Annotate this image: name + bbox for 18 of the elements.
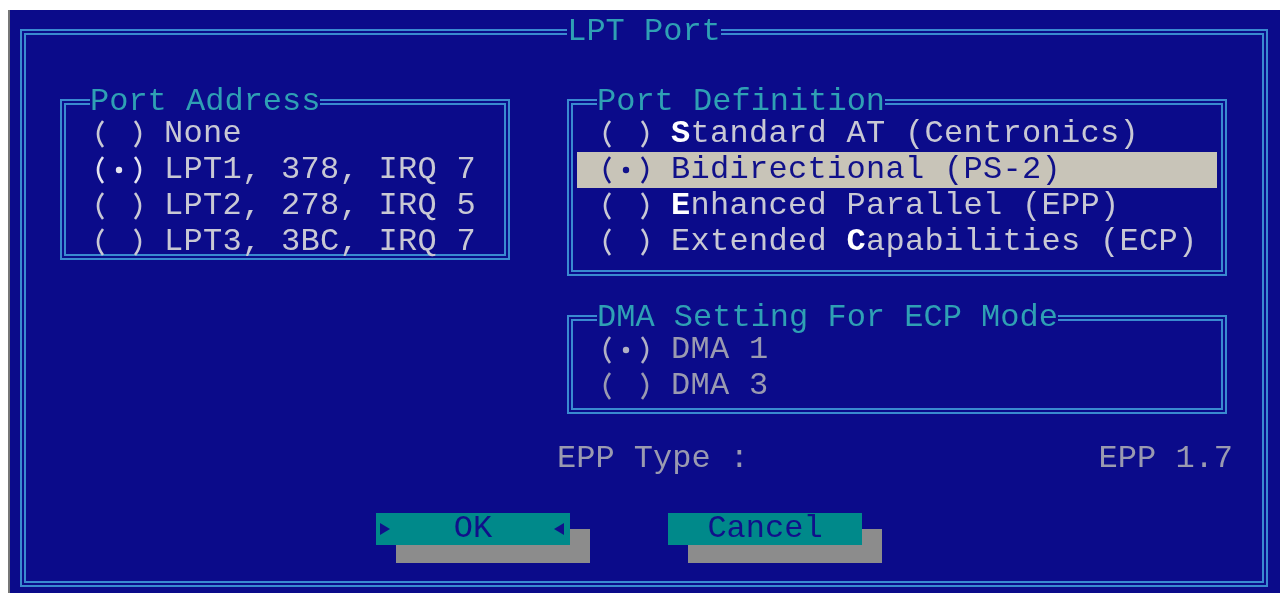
group-title: Port Definition (597, 88, 886, 116)
radio-option[interactable]: None (70, 116, 500, 152)
pointer-left-icon (554, 523, 564, 535)
radio-option[interactable]: Enhanced Parallel (EPP) (577, 188, 1217, 224)
radio-option[interactable]: Standard AT (Centronics) (577, 116, 1217, 152)
radio-option[interactable]: LPT3, 3BC, IRQ 7 (70, 224, 500, 260)
button-shadow-edge (570, 529, 590, 545)
group-title: DMA Setting For ECP Mode (597, 304, 1058, 332)
pointer-right-icon (380, 523, 390, 535)
epp-type-value: EPP 1.7 (1098, 440, 1233, 477)
button-shadow-edge (862, 529, 882, 545)
epp-type-label: EPP Type : (557, 440, 750, 477)
radio-option[interactable]: Extended Capabilities (ECP) (577, 224, 1217, 260)
radio-option[interactable]: LPT1, 378, IRQ 7 (70, 152, 500, 188)
radio-option[interactable]: LPT2, 278, IRQ 5 (70, 188, 500, 224)
dialog-title: LPT Port (567, 16, 721, 48)
group-title: Port Address (90, 88, 321, 116)
radio-option[interactable]: Bidirectional (PS-2) (577, 152, 1217, 188)
